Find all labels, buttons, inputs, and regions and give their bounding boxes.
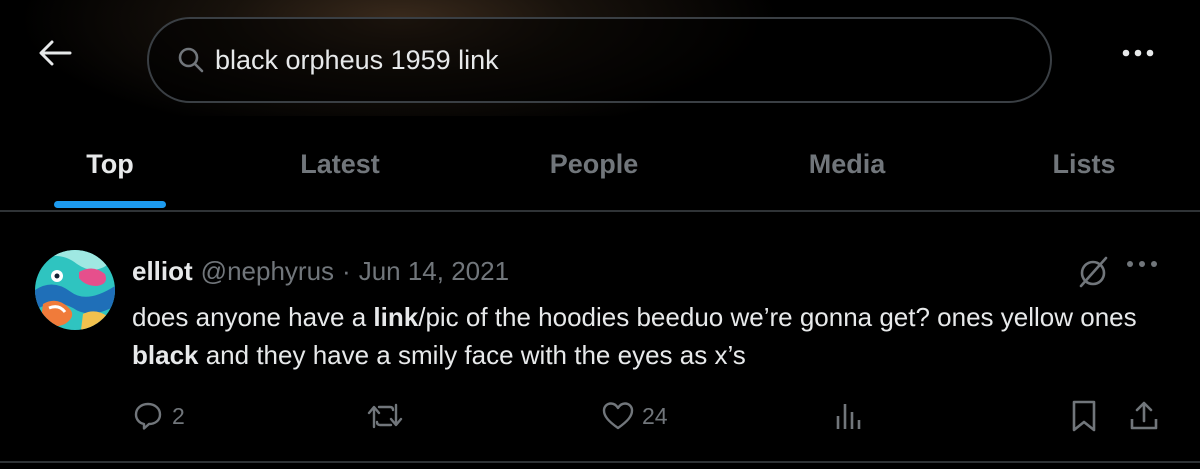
- views-icon: [836, 404, 861, 429]
- share-button[interactable]: [1128, 394, 1160, 438]
- tweet-text-segment: and they have a smily face with the eyes…: [198, 340, 746, 370]
- like-count: 24: [642, 402, 668, 429]
- retweet-button[interactable]: [366, 394, 404, 438]
- share-icon: [1130, 401, 1158, 430]
- more-icon: [1122, 49, 1154, 57]
- search-tabs: Top Latest People Media Lists: [0, 116, 1200, 212]
- tweet-text-segment: /pic of the hoodies beeduo we’re gonna g…: [418, 302, 1137, 332]
- tab-top[interactable]: Top: [40, 116, 180, 212]
- tab-people[interactable]: People: [514, 116, 674, 212]
- tweet-divider: [0, 461, 1200, 463]
- tweet[interactable]: elliot @nephyrus · Jun 14, 2021 does any…: [0, 224, 1200, 460]
- tweet-text-segment: does anyone have a: [132, 302, 374, 332]
- back-arrow-icon: [39, 40, 72, 66]
- highlighted-term: link: [373, 302, 419, 332]
- more-options-button[interactable]: [1116, 36, 1160, 70]
- reply-button[interactable]: 2: [132, 394, 185, 438]
- search-input[interactable]: [215, 44, 995, 76]
- user-handle[interactable]: @nephyrus: [201, 256, 334, 287]
- reply-count: 2: [172, 402, 185, 429]
- reply-icon: [134, 402, 162, 430]
- back-button[interactable]: [34, 36, 76, 70]
- tweet-actions: 2 24: [0, 394, 1200, 438]
- grok-icon[interactable]: [1075, 254, 1111, 290]
- search-icon: [178, 47, 204, 73]
- bookmark-icon: [1072, 400, 1096, 432]
- tab-lists[interactable]: Lists: [1004, 116, 1164, 212]
- active-tab-indicator: [54, 201, 166, 208]
- avatar-image: [35, 250, 115, 330]
- highlighted-term: black: [132, 340, 199, 370]
- bookmark-button[interactable]: [1070, 394, 1098, 438]
- tweet-date[interactable]: Jun 14, 2021: [359, 256, 509, 287]
- search-box[interactable]: [147, 17, 1052, 103]
- tweet-header: elliot @nephyrus · Jun 14, 2021: [132, 254, 509, 288]
- tab-latest[interactable]: Latest: [260, 116, 420, 212]
- tab-media[interactable]: Media: [767, 116, 927, 212]
- views-button[interactable]: [834, 394, 864, 438]
- avatar[interactable]: [35, 250, 115, 330]
- tabs-divider: [0, 210, 1200, 212]
- retweet-icon: [367, 403, 403, 429]
- like-button[interactable]: 24: [602, 394, 668, 438]
- separator-dot: ·: [342, 255, 351, 286]
- display-name[interactable]: elliot: [132, 256, 193, 287]
- like-icon: [602, 402, 634, 430]
- tweet-text: does anyone have a link/pic of the hoodi…: [132, 298, 1172, 374]
- tweet-more-icon[interactable]: [1126, 260, 1158, 268]
